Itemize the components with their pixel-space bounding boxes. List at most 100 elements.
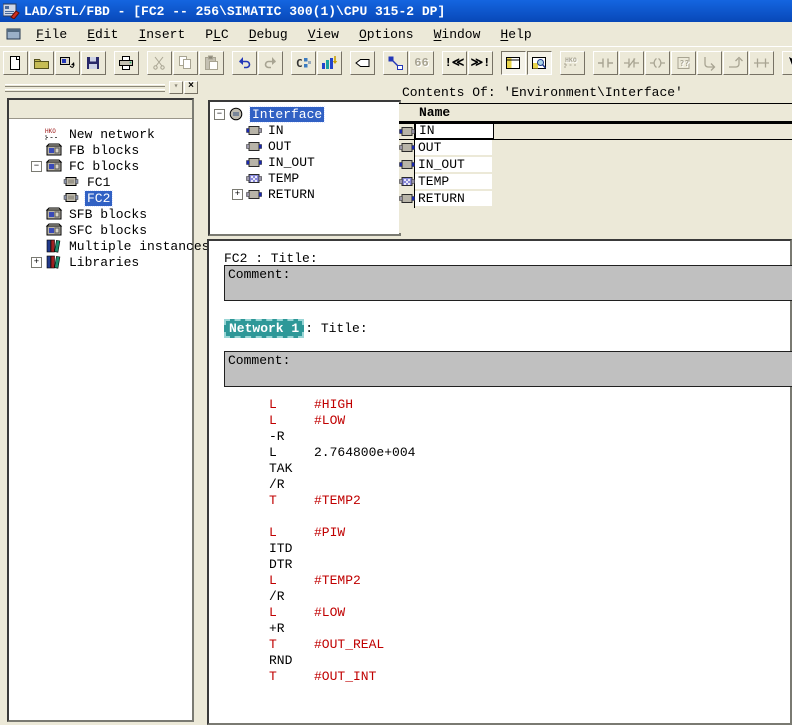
network-comment-box[interactable]: Comment: [224,351,792,387]
stl-line[interactable]: +R [209,621,788,637]
stl-opcode: L [269,525,277,540]
menu-edit[interactable]: Edit [77,25,128,44]
declaration-table-header: Name [399,104,792,123]
stl-line[interactable]: L#TEMP2 [209,573,788,589]
stl-line[interactable]: DTR [209,557,788,573]
stl-line[interactable]: /R [209,477,788,493]
overview-item-sfc-blocks[interactable]: SFC blocks [67,223,149,238]
menu-debug[interactable]: Debug [239,25,298,44]
overview-item-new-network[interactable]: New network [67,127,157,142]
tree-indent [232,157,243,168]
interface-item-interface[interactable]: Interface [250,107,324,122]
stl-line[interactable]: L2.764800e+004 [209,445,788,461]
dock-menu-button[interactable]: ▾ [169,81,183,94]
overview-pane-header: ▾ × [2,80,198,95]
download-button[interactable] [317,51,342,75]
view-detail-icon [531,55,548,71]
open-online-button[interactable] [55,51,80,75]
menu-plc[interactable]: PLC [195,25,238,44]
redo-button [258,51,283,75]
menu-help[interactable]: Help [490,25,541,44]
child-window-icon[interactable] [2,25,24,43]
menu-view[interactable]: View [298,25,349,44]
stl-line[interactable] [209,509,788,525]
undo-button[interactable] [232,51,257,75]
declaration-row-in_out[interactable]: IN_OUT [399,157,792,174]
declaration-name-cell[interactable]: RETURN [415,191,492,206]
stl-opcode: RND [269,653,292,668]
stl-line[interactable]: /R [209,589,788,605]
stl-line[interactable]: T#OUT_INT [209,669,788,685]
stl-line[interactable]: T#TEMP2 [209,493,788,509]
view-detail-button[interactable] [527,51,552,75]
return-icon [399,193,415,208]
new-network-button: HKO [560,51,585,75]
next-error-button[interactable]: ≫! [468,51,493,75]
code-editor[interactable]: FC2 : Title: Comment: Network 1 : Title:… [207,239,792,725]
previous-error-button[interactable]: !≪ [442,51,467,75]
menu-options[interactable]: Options [349,25,424,44]
stl-line[interactable]: RND [209,653,788,669]
stl-line[interactable]: -R [209,429,788,445]
help-button[interactable]: ? [782,51,792,75]
overview-item-fc-blocks[interactable]: FC blocks [67,159,141,174]
stl-opcode: L [269,605,277,620]
overview-item-multiple-instances[interactable]: Multiple instances [67,239,211,254]
stl-line[interactable]: L#LOW [209,605,788,621]
stl-line[interactable]: L#LOW [209,413,788,429]
declaration-row-temp[interactable]: TEMP [399,174,792,191]
new-block-button[interactable] [3,51,28,75]
inout-icon [246,157,262,168]
collapse-toggle[interactable]: − [31,161,42,172]
interface-item-temp[interactable]: TEMP [266,171,301,186]
interface-item-out[interactable]: OUT [266,139,293,154]
menu-file[interactable]: File [26,25,77,44]
expand-toggle[interactable]: + [232,189,243,200]
declaration-name-cell[interactable]: TEMP [415,174,492,189]
block-icon [63,175,81,189]
interface-item-return[interactable]: RETURN [266,187,317,202]
declaration-row-out[interactable]: OUT [399,140,792,157]
stl-code-area[interactable]: L#HIGHL#LOW-RL2.764800e+004TAK/RT#TEMP2L… [209,397,788,685]
declaration-row-return[interactable]: RETURN [399,191,792,208]
overview-item-libraries[interactable]: Libraries [67,255,141,270]
overview-item-fb-blocks[interactable]: FB blocks [67,143,141,158]
overview-item-fc2[interactable]: FC2 [85,191,112,206]
stl-line[interactable]: L#PIW [209,525,788,541]
block-comment-label: Comment: [228,267,290,282]
overview-item-sfb-blocks[interactable]: SFB blocks [67,207,149,222]
block-comment-box[interactable]: Comment: [224,265,792,301]
menu-window[interactable]: Window [424,25,491,44]
menu-insert[interactable]: Insert [128,25,195,44]
declaration-row-in[interactable]: IN [399,123,792,140]
call-structure-button[interactable]: C [291,51,316,75]
collapse-toggle[interactable]: − [214,109,225,120]
out-icon [246,141,262,152]
stl-line[interactable]: TAK [209,461,788,477]
stl-line[interactable]: ITD [209,541,788,557]
symbolic-representation-button[interactable] [383,51,408,75]
comment-toggle-button[interactable] [350,51,375,75]
interface-item-in[interactable]: IN [266,123,286,138]
declaration-name-cell[interactable]: OUT [415,140,492,155]
coil-button [645,51,670,75]
print-button[interactable] [114,51,139,75]
network-header-chip[interactable]: Network 1 [224,319,304,338]
stl-operand: #OUT_REAL [314,637,384,652]
blocks-icon [45,143,63,157]
declaration-name-cell[interactable]: IN_OUT [415,157,492,172]
interface-item-in-out[interactable]: IN_OUT [266,155,317,170]
stl-line[interactable]: L#HIGH [209,397,788,413]
view-overview-button[interactable] [501,51,526,75]
books-icon [45,255,63,269]
app-icon [3,3,20,19]
contact-no-icon [597,55,614,71]
save-button[interactable] [81,51,106,75]
expand-toggle[interactable]: + [31,257,42,268]
open-block-button[interactable] [29,51,54,75]
overview-item-fc1[interactable]: FC1 [85,175,112,190]
declaration-name-cell[interactable]: IN [415,123,494,139]
dock-grip-handle[interactable] [5,82,165,94]
stl-line[interactable]: T#OUT_REAL [209,637,788,653]
overview-close-button[interactable]: × [184,81,198,94]
